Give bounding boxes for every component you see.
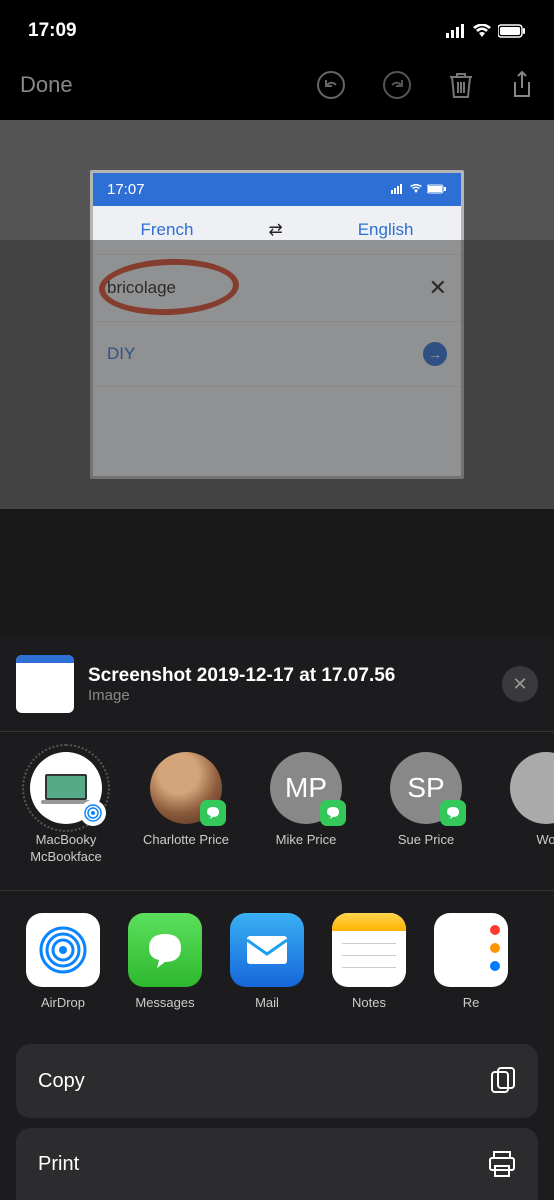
preview-status-bar: 17:07 xyxy=(93,173,461,206)
share-icon[interactable] xyxy=(510,70,534,100)
done-button[interactable]: Done xyxy=(20,72,316,98)
battery-icon xyxy=(498,24,526,38)
app-label: Mail xyxy=(255,995,279,1010)
copy-icon xyxy=(490,1066,516,1096)
app-label: AirDrop xyxy=(41,995,85,1010)
action-label: Copy xyxy=(38,1070,85,1093)
contact-charlotte[interactable]: Charlotte Price xyxy=(136,752,236,866)
contact-name: Sue Price xyxy=(398,832,454,849)
print-icon xyxy=(488,1150,516,1178)
lang-from: French xyxy=(141,220,194,240)
reminders-app-icon xyxy=(434,913,508,987)
app-label: Messages xyxy=(135,995,194,1010)
editor-toolbar: Done xyxy=(0,50,554,120)
undo-icon[interactable] xyxy=(316,70,346,100)
app-messages[interactable]: Messages xyxy=(128,913,202,1010)
app-label: Re xyxy=(463,995,480,1010)
share-header: Screenshot 2019-12-17 at 17.07.56 Image … xyxy=(0,637,554,732)
dim-overlay xyxy=(0,240,554,670)
initials: MP xyxy=(285,772,327,804)
preview-time: 17:07 xyxy=(107,181,145,198)
close-button[interactable]: ✕ xyxy=(502,666,538,702)
swap-icon: ⇄ xyxy=(268,220,282,240)
avatar: MP xyxy=(270,752,342,824)
contact-airdrop-device[interactable]: MacBooky McBookface xyxy=(16,752,116,866)
redo-icon[interactable] xyxy=(382,70,412,100)
app-label: Notes xyxy=(352,995,386,1010)
share-title: Screenshot 2019-12-17 at 17.07.56 xyxy=(88,665,488,687)
avatar xyxy=(150,752,222,824)
trash-icon[interactable] xyxy=(448,70,474,100)
action-list: Copy Print xyxy=(0,1032,554,1200)
share-subtitle: Image xyxy=(88,687,488,704)
copy-action[interactable]: Copy xyxy=(16,1044,538,1118)
status-bar: 17:09 xyxy=(0,0,554,50)
contact-name: MacBooky McBookface xyxy=(16,832,116,866)
app-notes[interactable]: Notes xyxy=(332,913,406,1010)
action-label: Print xyxy=(38,1153,79,1176)
mail-app-icon xyxy=(230,913,304,987)
share-sheet: Screenshot 2019-12-17 at 17.07.56 Image … xyxy=(0,637,554,1200)
messages-badge-icon xyxy=(320,800,346,826)
app-airdrop[interactable]: AirDrop xyxy=(26,913,100,1010)
airdrop-contacts-row[interactable]: MacBooky McBookface Charlotte Price MP M… xyxy=(0,732,554,891)
contact-sue[interactable]: SP Sue Price xyxy=(376,752,476,866)
status-icons xyxy=(446,24,526,38)
airdrop-app-icon xyxy=(26,913,100,987)
avatar xyxy=(510,752,554,824)
contact-name: Mike Price xyxy=(276,832,337,849)
share-thumbnail xyxy=(16,655,74,713)
lang-to: English xyxy=(358,220,414,240)
app-reminders[interactable]: Re xyxy=(434,913,508,1010)
contact-name: Wo xyxy=(536,832,554,849)
print-action[interactable]: Print xyxy=(16,1128,538,1200)
apps-row[interactable]: AirDrop Messages Mail Notes xyxy=(0,891,554,1032)
status-time: 17:09 xyxy=(28,20,77,42)
avatar: SP xyxy=(390,752,462,824)
initials: SP xyxy=(407,772,444,804)
contact-mike[interactable]: MP Mike Price xyxy=(256,752,356,866)
screenshot-preview-area: 17:07 French ⇄ English bricolage ✕ DIY →… xyxy=(0,120,554,509)
app-mail[interactable]: Mail xyxy=(230,913,304,1010)
notes-app-icon xyxy=(332,913,406,987)
messages-badge-icon xyxy=(200,800,226,826)
preview-status-icons xyxy=(391,181,447,198)
contact-name: Charlotte Price xyxy=(143,832,229,849)
airdrop-badge-icon xyxy=(80,800,106,826)
messages-app-icon xyxy=(128,913,202,987)
wifi-icon xyxy=(472,24,492,38)
contact-more[interactable]: Wo xyxy=(496,752,554,866)
avatar xyxy=(30,752,102,824)
messages-badge-icon xyxy=(440,800,466,826)
signal-icon xyxy=(446,24,466,38)
